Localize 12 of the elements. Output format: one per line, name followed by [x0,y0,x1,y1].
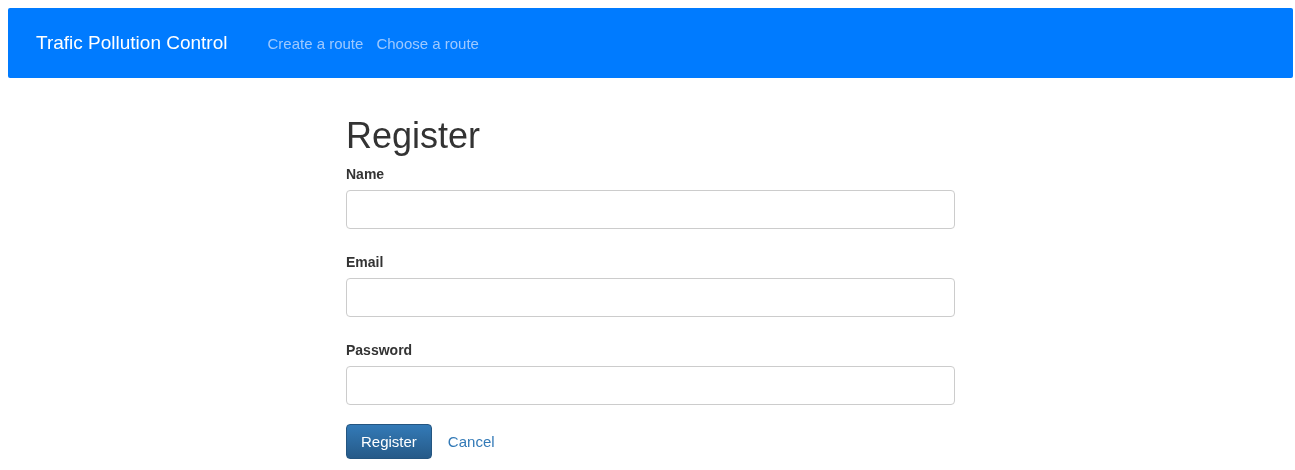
field-label: Name [346,165,386,182]
cancel-link[interactable]: Cancel [447,432,495,450]
field-label: Password [346,341,414,358]
register-button[interactable]: Register [346,423,432,459]
nav-link[interactable]: Create a route [267,34,364,52]
input-field[interactable] [346,277,955,317]
page-title: Register [346,116,482,156]
brand-link[interactable]: Trafic Pollution Control [36,32,228,54]
input-field[interactable] [346,365,955,405]
field-label: Email [346,253,385,270]
input-field[interactable] [346,189,955,229]
nav-link[interactable]: Choose a route [376,34,479,52]
